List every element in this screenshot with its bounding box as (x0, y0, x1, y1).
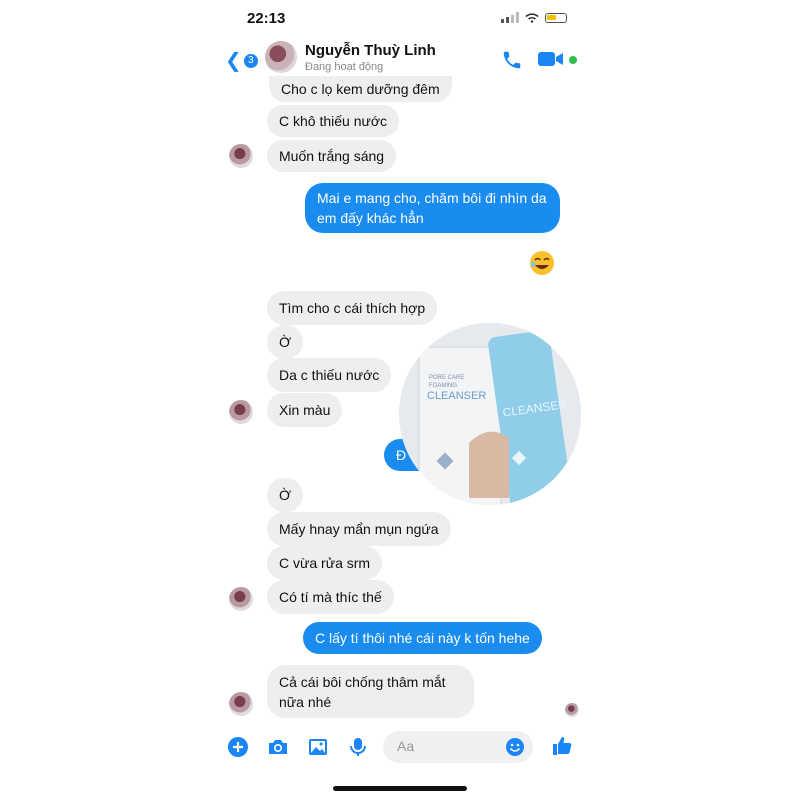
battery-icon (545, 12, 567, 23)
status-icons (501, 12, 567, 23)
cleanser-image: PORE CARE FOAMING CLEANSER CLEANSER (399, 323, 581, 505)
laughing-emoji-icon[interactable] (527, 248, 557, 278)
message-bubble-incoming[interactable]: C khô thiếu nước (267, 105, 400, 137)
contact-avatar[interactable] (265, 41, 297, 73)
thumbs-up-icon[interactable] (551, 734, 575, 758)
status-time: 22:13 (247, 10, 286, 27)
message-input[interactable]: Aa (383, 731, 533, 763)
chat-header: ❮ 3 Nguyễn Thuỳ Linh Đang hoạt động (213, 36, 585, 80)
messenger-screen: 22:13 ❮ 3 Nguyễn Thuỳ Linh Đang hoạt độn… (213, 0, 585, 800)
sender-avatar (229, 400, 253, 424)
plus-icon[interactable] (227, 736, 249, 758)
presence-status: Đang hoạt động (305, 61, 384, 73)
unread-badge: 3 (243, 53, 258, 68)
message-input-placeholder: Aa (397, 738, 415, 754)
wifi-icon (525, 12, 539, 23)
product-photo[interactable]: PORE CARE FOAMING CLEANSER CLEANSER (399, 323, 581, 505)
home-indicator (333, 786, 467, 791)
sender-avatar (229, 692, 253, 716)
message-bubble-incoming[interactable]: Muốn trắng sáng (267, 140, 397, 172)
message-bubble-incoming[interactable]: Cho c lọ kem dưỡng đêm (269, 76, 452, 102)
sender-avatar (229, 144, 253, 168)
message-bubble-outgoing[interactable]: C lấy tí thôi nhé cái này k tốn hehe (303, 622, 542, 654)
message-bubble-incoming[interactable]: Ờ (267, 325, 304, 359)
message-bubble-incoming[interactable]: C vừa rửa srm (267, 546, 383, 580)
box-label-line2: FOAMING (429, 383, 457, 389)
message-bubble-incoming[interactable]: Xin màu (267, 393, 343, 427)
emoji-icon[interactable] (505, 737, 525, 757)
phone-call-icon[interactable] (501, 49, 523, 71)
message-bubble-incoming[interactable]: Ờ (267, 478, 304, 512)
seen-avatar (565, 703, 579, 717)
chevron-left-icon: ❮ (225, 50, 242, 72)
message-bubble-incoming[interactable]: Da c thiếu nước (267, 358, 392, 392)
message-bubble-incoming[interactable]: Tìm cho c cái thích hợp (267, 291, 438, 325)
message-bubble-incoming[interactable]: Cả cái bôi chống thâm mắt nữa nhé (267, 665, 474, 718)
message-bubble-incoming[interactable]: Mấy hnay mẩn mụn ngứa (267, 512, 451, 546)
message-bubble-outgoing[interactable]: Mai e mang cho, chăm bôi đi nhìn da em đ… (305, 183, 560, 233)
signal-icon (501, 12, 519, 23)
sender-avatar (229, 587, 253, 611)
online-indicator (569, 56, 577, 64)
contact-name[interactable]: Nguyễn Thuỳ Linh (305, 42, 436, 59)
box-label-line1: PORE CARE (429, 375, 464, 381)
video-call-icon[interactable] (537, 50, 565, 68)
gallery-icon[interactable] (307, 736, 329, 758)
camera-icon[interactable] (267, 736, 289, 758)
microphone-icon[interactable] (347, 736, 369, 758)
box-title: CLEANSER (427, 390, 486, 402)
back-button[interactable]: ❮ 3 (225, 48, 258, 73)
message-bubble-incoming[interactable]: Có tí mà thíc thế (267, 580, 394, 614)
message-composer: Aa (213, 728, 585, 766)
